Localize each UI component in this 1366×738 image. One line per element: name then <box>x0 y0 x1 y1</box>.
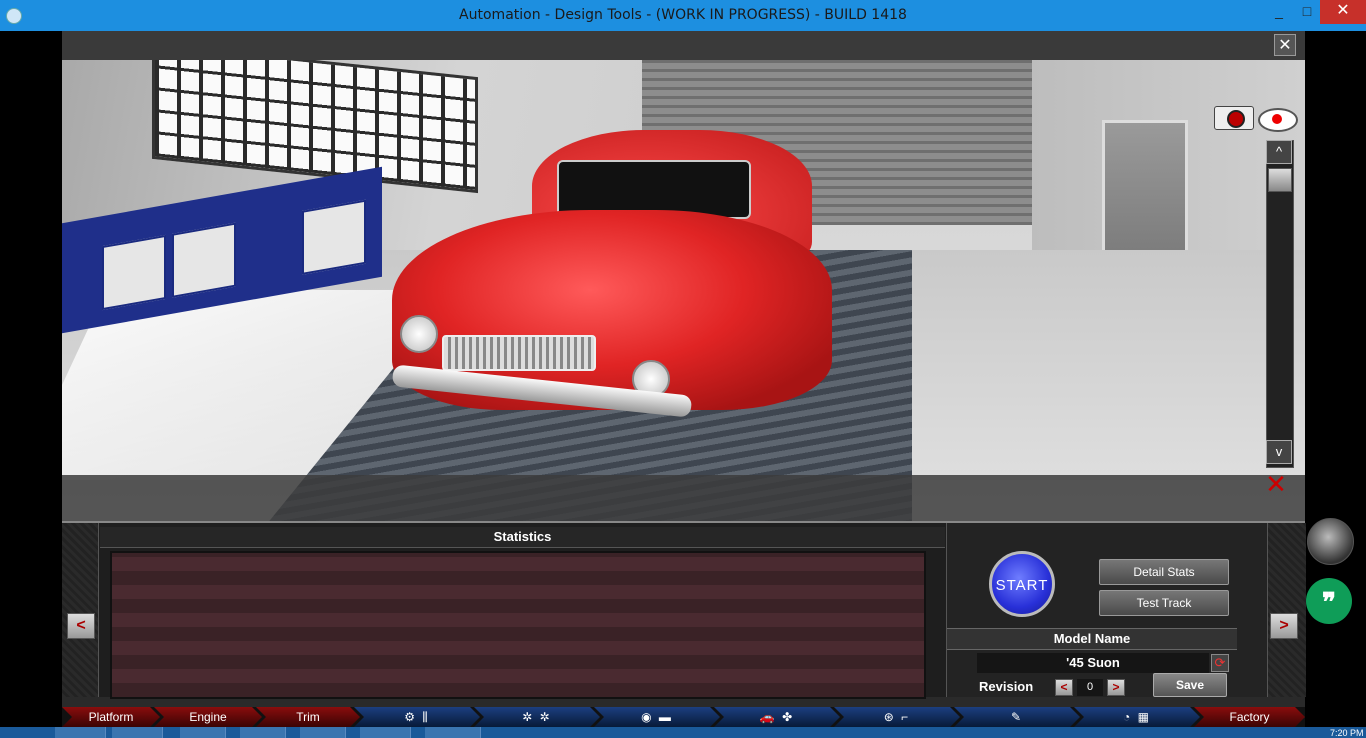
tab-trim[interactable]: Trim <box>256 707 360 727</box>
car-grille <box>442 335 596 371</box>
model-name-field[interactable]: '45 Suon <box>977 653 1209 673</box>
taskbar-item[interactable] <box>240 727 286 738</box>
revision-value: 0 <box>1077 679 1103 696</box>
tab-engine-parts[interactable]: ⚙ ⫼ <box>354 707 480 727</box>
statistics-list[interactable] <box>110 551 926 699</box>
bench-cabinet <box>172 222 236 298</box>
save-button[interactable]: Save <box>1153 673 1227 697</box>
previous-page-button[interactable]: < <box>67 613 95 639</box>
bench-cabinet <box>102 234 166 311</box>
taskbar-item[interactable] <box>300 727 346 738</box>
close-window-button[interactable]: ✕ <box>1320 0 1366 24</box>
tab-interior[interactable]: ⊛ ⌐ <box>834 707 960 727</box>
taskbar-item[interactable] <box>55 727 106 738</box>
panel-left-edge <box>62 523 99 697</box>
action-panel: START Detail Stats Test Track Model Name… <box>946 523 1267 697</box>
tab-testing[interactable]: ◔ ▦ <box>1074 707 1200 727</box>
car-model[interactable] <box>391 130 832 450</box>
revision-label: Revision <box>979 679 1034 694</box>
panel-right-edge <box>1267 523 1306 697</box>
wheel-icon: ✲ ✲ <box>522 710 552 724</box>
car-headlight <box>400 315 438 353</box>
fan-icon: 🚗 ✤ <box>759 710 795 724</box>
test-track-button[interactable]: Test Track <box>1099 590 1229 616</box>
scroll-up-button[interactable]: ^ <box>1266 140 1292 164</box>
taskbar-clock: 7:20 PM <box>1330 728 1364 738</box>
detail-stats-button[interactable]: Detail Stats <box>1099 559 1229 585</box>
revision-prev-button[interactable]: < <box>1055 679 1073 696</box>
tab-aero[interactable]: 🚗 ✤ <box>714 707 840 727</box>
scroll-down-button[interactable]: v <box>1266 440 1292 464</box>
close-viewport-button[interactable]: ✕ <box>1274 34 1296 56</box>
tab-paint[interactable]: ✎ <box>954 707 1080 727</box>
minimize-button[interactable]: _ <box>1266 0 1292 24</box>
tab-factory[interactable]: Factory <box>1194 707 1305 727</box>
start-button[interactable]: START <box>989 551 1055 617</box>
garage-side-door <box>1102 120 1188 266</box>
tab-wheels[interactable]: ✲ ✲ <box>474 707 600 727</box>
design-tabs: Platform Engine Trim ⚙ ⫼ ✲ ✲ ◉ ▬ 🚗 ✤ ⊛ ⌐… <box>62 707 1305 727</box>
model-name-title: Model Name <box>947 628 1237 650</box>
car-icon: ◉ ▬ <box>641 710 673 724</box>
tab-platform[interactable]: Platform <box>62 707 160 727</box>
next-page-button[interactable]: > <box>1270 613 1298 639</box>
gear-icon: ⚙ ⫼ <box>404 710 430 724</box>
eye-icon[interactable] <box>1258 108 1298 132</box>
taskbar-item[interactable] <box>112 727 163 738</box>
game-window: ✕ ^ v ✕ < > Statistics START Detail Stat… <box>62 31 1306 727</box>
taskbar-item[interactable] <box>425 727 481 738</box>
tab-engine[interactable]: Engine <box>154 707 262 727</box>
avatar[interactable] <box>1307 518 1354 565</box>
taskbar-item[interactable] <box>180 727 226 738</box>
maximize-button[interactable]: □ <box>1294 0 1320 24</box>
control-panel: < > Statistics START Detail Stats Test T… <box>62 521 1306 699</box>
statistics-title: Statistics <box>100 527 945 548</box>
tab-body[interactable]: ◉ ▬ <box>594 707 720 727</box>
window-title: Automation - Design Tools - (WORK IN PRO… <box>459 7 907 23</box>
checkered-flag-icon: ◔ ▦ <box>1123 710 1151 724</box>
viewport-bottom-band <box>62 475 1305 521</box>
windows-taskbar: 7:20 PM <box>0 727 1366 738</box>
bench-cabinet <box>302 199 366 275</box>
camera-icon[interactable] <box>1214 106 1254 130</box>
revision-next-button[interactable]: > <box>1107 679 1125 696</box>
hangouts-icon[interactable]: ❞ <box>1306 578 1352 624</box>
game-header: ✕ <box>62 31 1305 61</box>
spray-icon: ✎ <box>1010 710 1024 724</box>
refresh-icon[interactable]: ⟳ <box>1211 654 1229 672</box>
taskbar-item[interactable] <box>360 727 411 738</box>
hide-ui-icon[interactable]: ✕ <box>1258 471 1294 497</box>
car-3d-viewport[interactable]: ^ v ✕ <box>62 60 1305 521</box>
steering-wheel-icon: ⊛ ⌐ <box>883 710 911 724</box>
title-bar: Automation - Design Tools - (WORK IN PRO… <box>0 0 1366 31</box>
scroll-thumb[interactable] <box>1268 168 1292 192</box>
